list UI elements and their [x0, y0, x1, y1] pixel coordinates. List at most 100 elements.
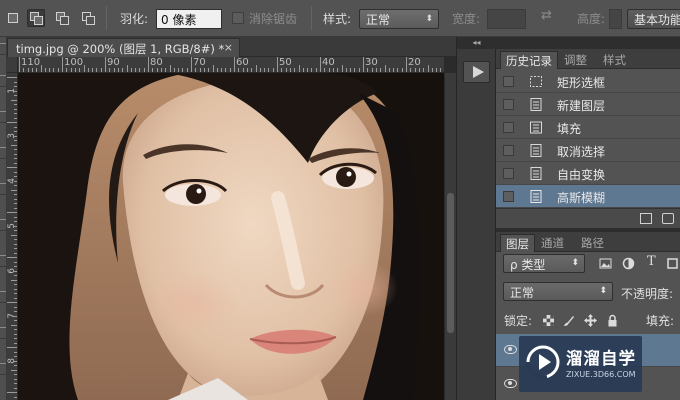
- ruler-tick: [11, 324, 17, 326]
- history-source-checkbox[interactable]: [503, 99, 514, 110]
- history-item[interactable]: 新建图层: [496, 93, 680, 116]
- ruler-tick: [14, 162, 17, 164]
- tool-slot[interactable]: [0, 147, 6, 159]
- ruler-tick: [14, 221, 17, 222]
- ruler-tick: [7, 257, 17, 258]
- ruler-tick: [53, 68, 55, 72]
- updown-arrows-icon: ⬍: [425, 14, 433, 24]
- ruler-tick: [380, 68, 382, 72]
- ruler-tick: [7, 122, 17, 123]
- ruler-tick: [7, 347, 17, 348]
- adjustment-filter-icon[interactable]: [622, 257, 635, 270]
- tool-slot[interactable]: [0, 75, 6, 87]
- tool-slot[interactable]: [0, 363, 6, 375]
- ruler-tick: [384, 65, 386, 72]
- ruler-tick: [148, 57, 149, 72]
- ruler-tick: [431, 68, 433, 72]
- camera-snapshot-icon[interactable]: [662, 213, 674, 224]
- intersect-selection-icon[interactable]: [79, 9, 97, 27]
- history-source-checkbox[interactable]: [503, 122, 514, 133]
- history-state-icon: [530, 167, 542, 180]
- lock-transparent-pixels-icon[interactable]: [542, 314, 555, 327]
- lock-image-pixels-icon[interactable]: [562, 314, 575, 327]
- document-canvas[interactable]: [18, 73, 444, 400]
- scrollbar-thumb[interactable]: [447, 193, 454, 333]
- ruler-tick: [14, 284, 17, 285]
- history-item[interactable]: 取消选择: [496, 139, 680, 162]
- ruler-tick: [289, 68, 291, 72]
- width-input[interactable]: [487, 9, 526, 29]
- watermark-badge: 溜溜自学 ZIXUE.3D66.COM: [519, 336, 642, 392]
- ruler-tick: [14, 216, 17, 218]
- ruler-tick: [397, 68, 399, 72]
- updown-arrows-icon: ⬍: [599, 286, 607, 296]
- history-item[interactable]: 自由变换: [496, 162, 680, 185]
- eye-visibility-icon[interactable]: [504, 379, 517, 388]
- blend-mode-dropdown[interactable]: 正常 ⬍: [503, 282, 613, 301]
- vertical-ruler[interactable]: 1 3 4 5 6 7 8: [7, 73, 18, 400]
- height-input[interactable]: [609, 9, 622, 29]
- style-dropdown[interactable]: 正常 ⬍: [359, 9, 439, 29]
- ruler-tick: [14, 270, 17, 272]
- history-source-checkbox[interactable]: [503, 191, 514, 202]
- history-item[interactable]: 矩形选框: [496, 70, 680, 93]
- close-icon[interactable]: ×: [224, 41, 233, 54]
- history-source-checkbox[interactable]: [503, 145, 514, 156]
- tool-slot[interactable]: [0, 291, 6, 303]
- type-filter-icon[interactable]: T: [647, 254, 656, 269]
- history-source-checkbox[interactable]: [503, 76, 514, 87]
- lock-all-icon[interactable]: [606, 314, 619, 327]
- play-actions-icon[interactable]: [463, 61, 490, 83]
- tool-slot[interactable]: [0, 327, 6, 339]
- ruler-tick: [7, 77, 17, 78]
- antialias-checkbox[interactable]: [232, 12, 244, 24]
- eye-visibility-icon[interactable]: [504, 345, 517, 354]
- tool-slot[interactable]: [0, 111, 6, 123]
- ruler-tick: [203, 68, 205, 72]
- tool-slot[interactable]: [0, 43, 6, 55]
- layer-filter-value: ρ 类型: [510, 258, 546, 272]
- tab-styles[interactable]: 样式: [598, 51, 631, 69]
- collapse-panels-icon[interactable]: ◂◂: [457, 37, 496, 49]
- ruler-tick: [14, 387, 17, 389]
- ruler-tick: [117, 68, 119, 72]
- subtract-from-selection-icon[interactable]: [53, 9, 71, 27]
- ruler-tick: [11, 369, 17, 371]
- ruler-tick: [221, 68, 223, 72]
- tab-layers[interactable]: 图层: [500, 234, 535, 252]
- new-document-from-state-icon[interactable]: [640, 213, 652, 224]
- tool-slot[interactable]: [0, 183, 6, 195]
- tab-paths[interactable]: 路径: [576, 234, 609, 252]
- workspace-button[interactable]: 基本功能: [627, 9, 680, 29]
- swap-arrows-icon[interactable]: ⇄: [541, 8, 552, 23]
- ruler-origin[interactable]: [7, 57, 18, 73]
- ruler-label: 70: [193, 57, 206, 68]
- history-item-selected[interactable]: 高斯模糊: [496, 185, 680, 208]
- tools-panel: [0, 37, 7, 400]
- canvas-vertical-scrollbar[interactable]: [444, 73, 456, 400]
- ruler-tick: [401, 68, 403, 72]
- tab-channels[interactable]: 通道: [536, 234, 569, 252]
- feather-input[interactable]: 0 像素: [156, 9, 222, 29]
- history-item[interactable]: 填充: [496, 116, 680, 139]
- marquee-icon: [530, 76, 542, 87]
- horizontal-ruler[interactable]: 110 100 90 80 70 60 50 40 30 20: [18, 57, 444, 73]
- tab-adjustments[interactable]: 调整: [559, 51, 592, 69]
- ruler-tick: [311, 68, 313, 72]
- shape-filter-icon[interactable]: [666, 257, 679, 270]
- lock-position-icon[interactable]: [584, 314, 597, 327]
- history-source-checkbox[interactable]: [503, 168, 514, 179]
- ruler-tick: [14, 108, 17, 110]
- divider: [311, 6, 312, 30]
- ruler-label: 20: [408, 57, 421, 68]
- pixel-filter-icon[interactable]: [599, 257, 612, 270]
- tool-slot[interactable]: [0, 255, 6, 267]
- layer-filter-dropdown[interactable]: ρ 类型 ⬍: [503, 254, 585, 273]
- ruler-tick: [363, 57, 364, 72]
- add-to-selection-icon[interactable]: [27, 9, 45, 27]
- document-tab[interactable]: timg.jpg @ 200% (图层 1, RGB/8#) * ×: [7, 38, 240, 57]
- new-selection-icon[interactable]: [4, 9, 22, 27]
- tool-slot[interactable]: [0, 219, 6, 231]
- ruler-tick: [371, 68, 373, 72]
- tab-history[interactable]: 历史记录: [500, 51, 558, 69]
